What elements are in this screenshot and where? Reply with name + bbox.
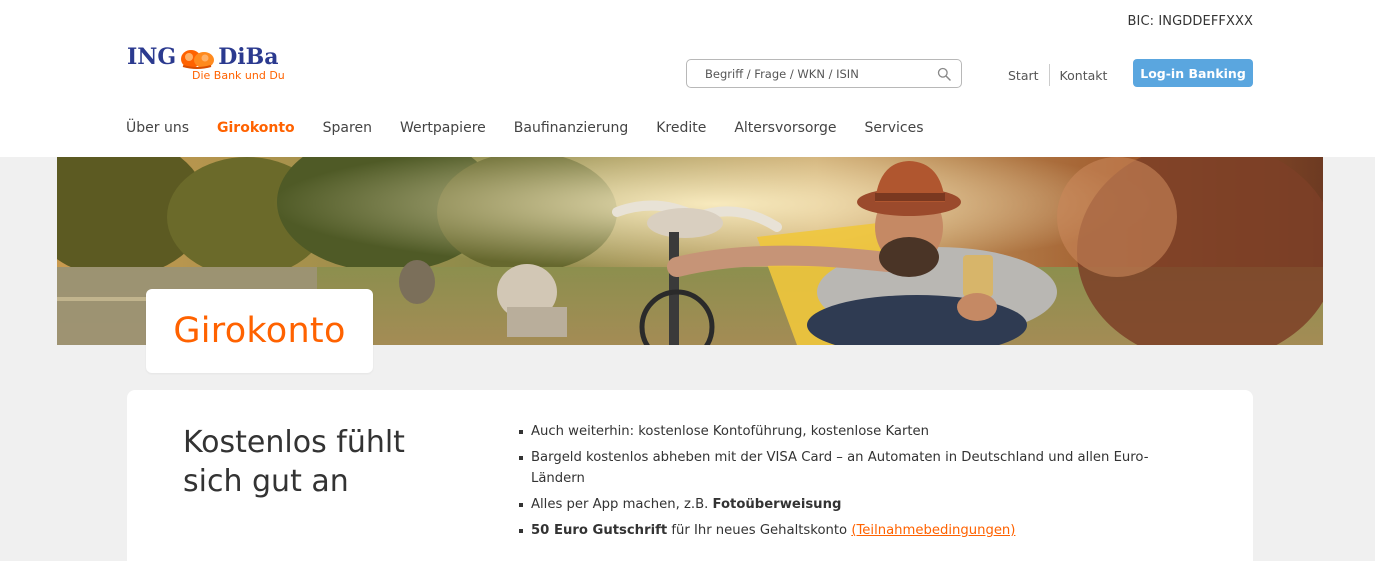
kontakt-link[interactable]: Kontakt bbox=[1060, 68, 1108, 83]
bic-label: BIC: INGDDEFFXXX bbox=[1127, 14, 1253, 29]
nav-item-girokonto[interactable]: Girokonto bbox=[217, 120, 295, 136]
teilnahmebedingungen-link[interactable]: (Teilnahmebedingungen) bbox=[851, 523, 1015, 538]
top-links: Start Kontakt bbox=[1008, 64, 1107, 86]
login-banking-button[interactable]: Log-in Banking bbox=[1133, 59, 1253, 87]
logo-tagline: Die Bank und Du bbox=[192, 69, 285, 82]
nav-item-services[interactable]: Services bbox=[864, 120, 923, 136]
logo-text-ing: ING bbox=[127, 44, 177, 70]
benefits-heading-line2: sich gut an bbox=[183, 464, 349, 499]
main-nav: Über uns Girokonto Sparen Wertpapiere Ba… bbox=[126, 120, 952, 136]
hero-title-box: Girokonto bbox=[146, 289, 373, 373]
page-title: Girokonto bbox=[173, 311, 346, 351]
link-divider bbox=[1048, 64, 1050, 86]
benefit-bold-text: 50 Euro Gutschrift bbox=[531, 523, 668, 538]
page: BIC: INGDDEFFXXX ING DiBa Die Bank und D… bbox=[0, 0, 1375, 561]
benefit-text: für Ihr neues Gehaltskonto bbox=[667, 523, 852, 538]
benefits-list: Auch weiterhin: kostenlose Kontoführung,… bbox=[519, 421, 1179, 546]
benefits-heading-line1: Kostenlos fühlt bbox=[183, 425, 405, 460]
nav-item-altersvorsorge[interactable]: Altersvorsorge bbox=[734, 120, 836, 136]
start-link[interactable]: Start bbox=[1008, 68, 1039, 83]
list-item: Alles per App machen, z.B. Fotoüberweisu… bbox=[519, 494, 1179, 515]
search-icon[interactable] bbox=[937, 67, 951, 81]
search-box[interactable] bbox=[686, 59, 962, 88]
nav-item-wertpapiere[interactable]: Wertpapiere bbox=[400, 120, 486, 136]
benefit-text: Bargeld kostenlos abheben mit der VISA C… bbox=[531, 450, 1149, 486]
nav-item-sparen[interactable]: Sparen bbox=[323, 120, 372, 136]
benefit-text: Alles per App machen, z.B. bbox=[531, 497, 713, 512]
logo-text-diba: DiBa bbox=[218, 44, 279, 70]
benefits-card: Kostenlos fühlt sich gut an Auch weiterh… bbox=[127, 390, 1253, 561]
nav-item-kredite[interactable]: Kredite bbox=[656, 120, 706, 136]
list-item: 50 Euro Gutschrift für Ihr neues Gehalts… bbox=[519, 520, 1179, 541]
ing-diba-logo[interactable]: ING DiBa Die Bank und Du bbox=[127, 44, 285, 82]
lion-icon bbox=[181, 50, 215, 69]
benefit-text: Auch weiterhin: kostenlose Kontoführung,… bbox=[531, 424, 930, 439]
benefit-bold-text: Fotoüberweisung bbox=[712, 497, 842, 512]
nav-item-ueber-uns[interactable]: Über uns bbox=[126, 120, 189, 136]
search-input[interactable] bbox=[687, 66, 927, 81]
list-item: Auch weiterhin: kostenlose Kontoführung,… bbox=[519, 421, 1179, 442]
list-item: Bargeld kostenlos abheben mit der VISA C… bbox=[519, 447, 1179, 489]
nav-item-baufinanzierung[interactable]: Baufinanzierung bbox=[514, 120, 628, 136]
benefits-heading: Kostenlos fühlt sich gut an bbox=[183, 423, 443, 501]
